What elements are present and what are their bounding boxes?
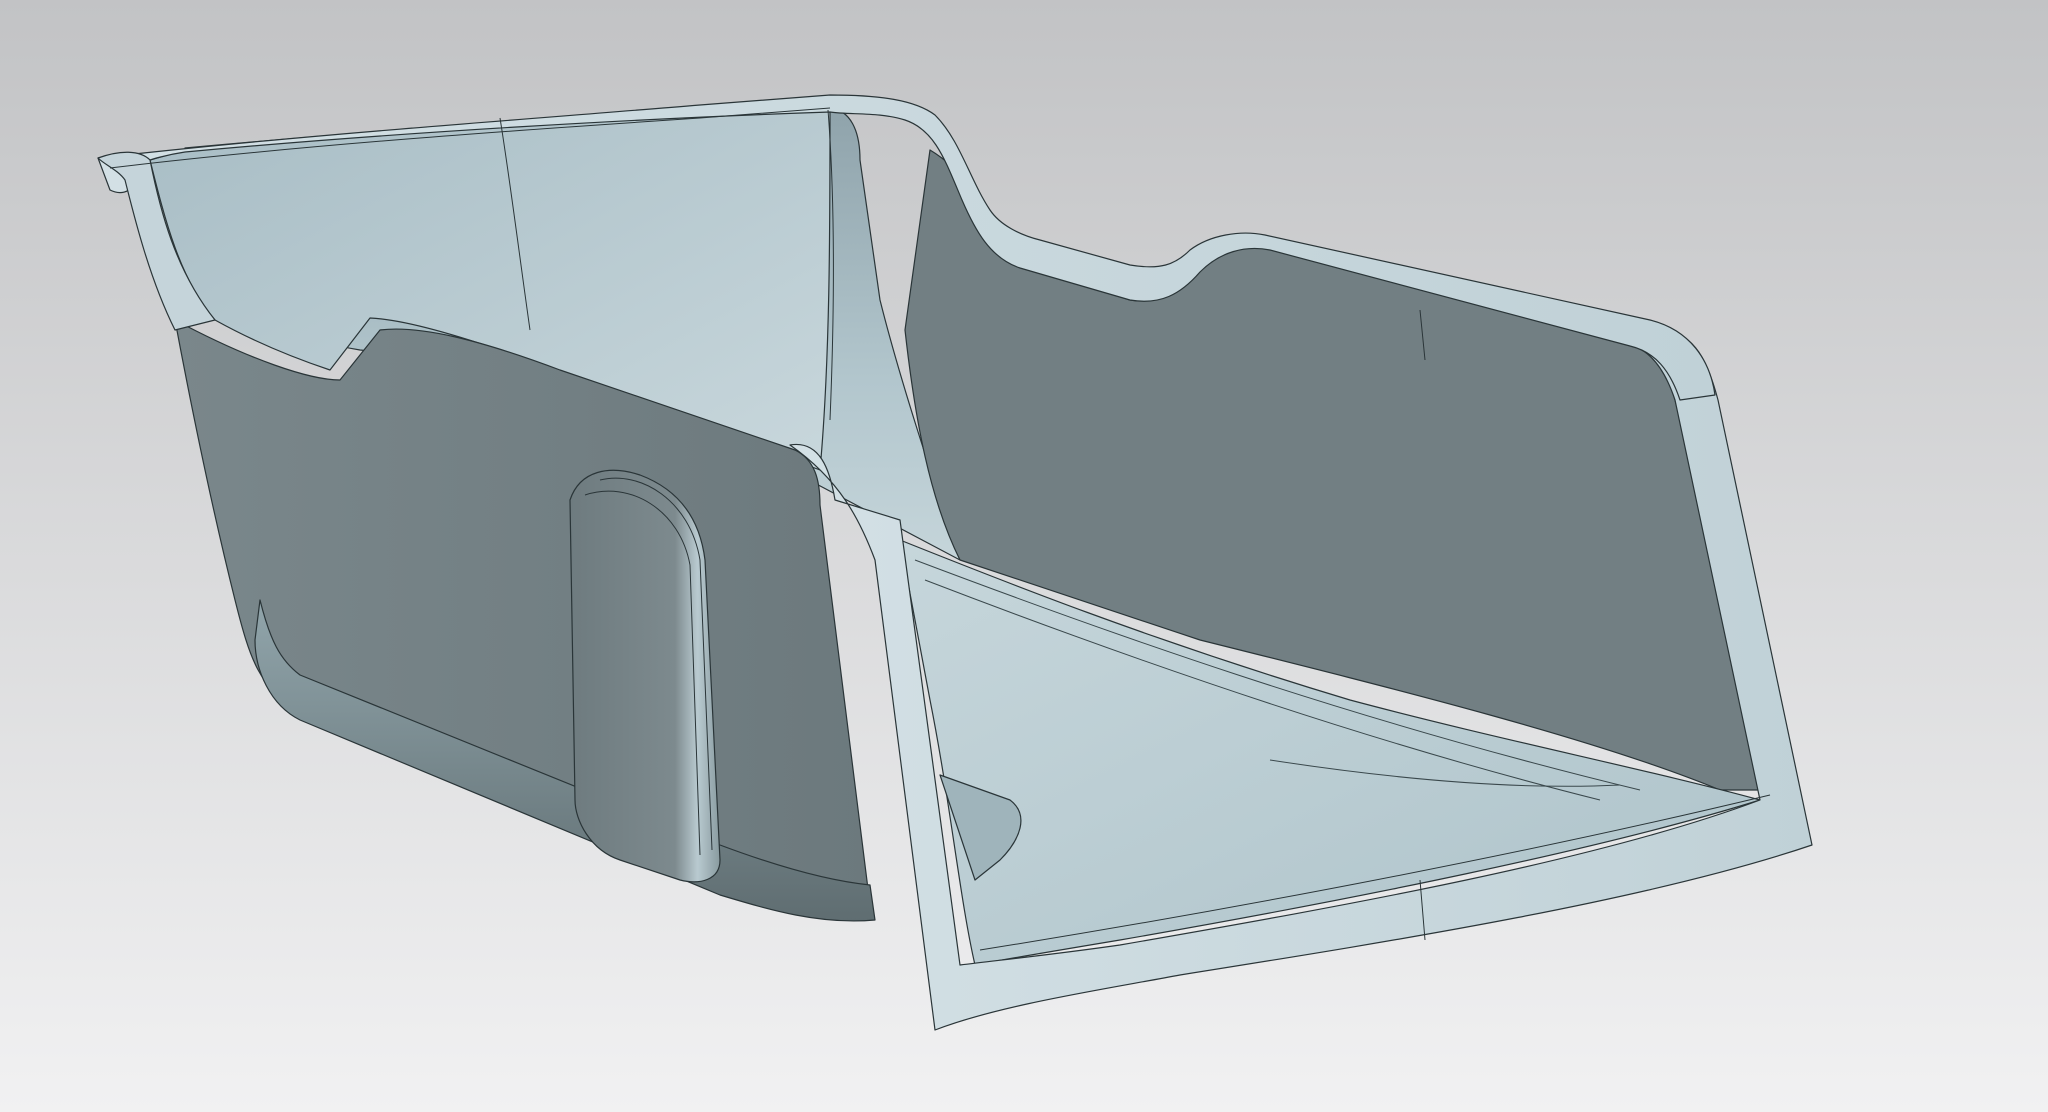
cad-viewport[interactable] xyxy=(0,0,2048,1112)
side-boss xyxy=(569,469,721,883)
viewport-canvas[interactable] xyxy=(0,0,2048,1112)
